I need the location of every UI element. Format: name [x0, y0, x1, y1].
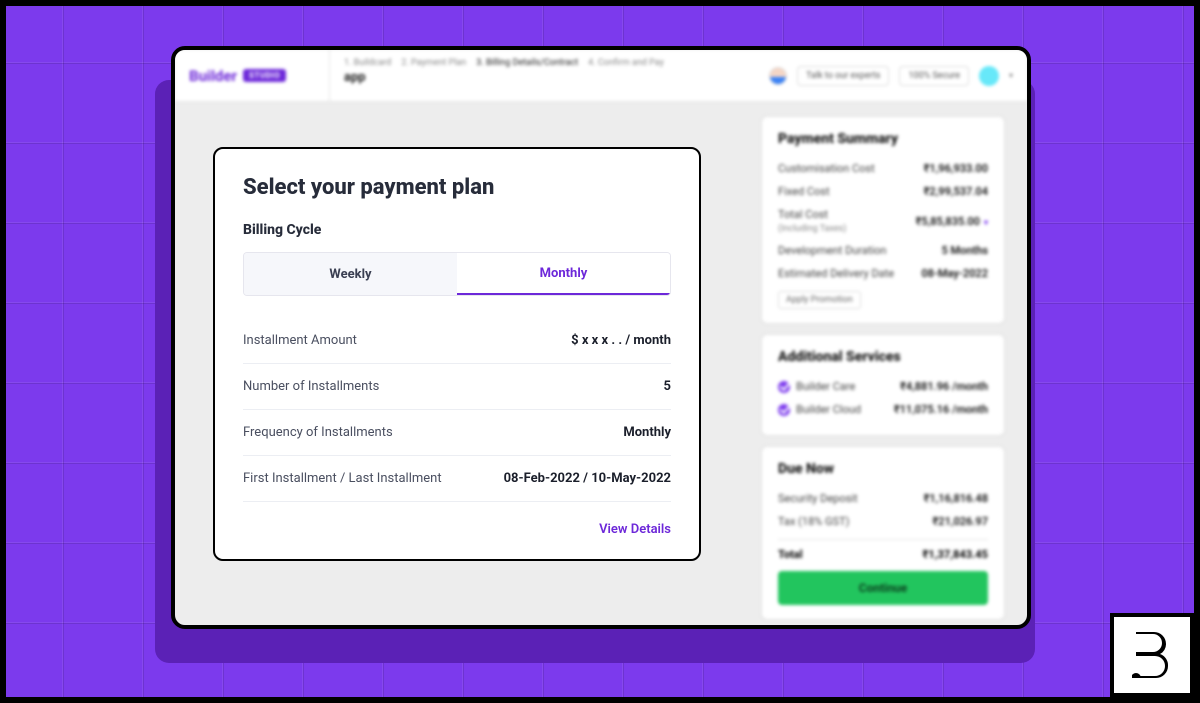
frequency-value: Monthly: [623, 425, 671, 440]
view-details-row: View Details: [243, 502, 671, 537]
service-row: Builder Care ₹4,881.96 /month: [778, 375, 988, 398]
page-title: app: [344, 70, 741, 85]
additional-services-title: Additional Services: [778, 349, 988, 365]
installment-amount-label: Installment Amount: [243, 333, 357, 348]
customisation-label: Customisation Cost: [778, 162, 875, 175]
first-last-label: First Installment / Last Installment: [243, 471, 442, 486]
due-now-card: Due Now Security Deposit ₹1,16,816.48 Tax…: [761, 446, 1005, 620]
frequency-row: Frequency of Installments Monthly: [243, 410, 671, 456]
brand-logo[interactable]: Builder STUDIO: [175, 50, 330, 101]
expert-avatar-icon: [769, 67, 787, 85]
app-window: Builder STUDIO 1. Buildcard 2. Payment P…: [171, 46, 1031, 629]
total-value: ₹1,37,843.45: [923, 548, 989, 561]
continue-button[interactable]: Continue: [778, 571, 988, 605]
expand-triangle-icon[interactable]: ▾: [984, 218, 988, 227]
duration-value: 5 Months: [941, 244, 988, 257]
due-now-title: Due Now: [778, 461, 988, 477]
fixed-cost-label: Fixed Cost: [778, 185, 830, 198]
service-row: Builder Cloud ₹11,075.16 /month: [778, 398, 988, 421]
num-installments-row: Number of Installments 5: [243, 364, 671, 410]
service-price-0: ₹4,881.96 /month: [900, 380, 988, 393]
right-panel: Payment Summary Customisation Cost ₹1,96,…: [761, 116, 1005, 620]
delivery-label: Estimated Delivery Date: [778, 267, 894, 280]
breadcrumb-step-4[interactable]: 4. Confirm and Pay: [588, 58, 664, 68]
breadcrumb: 1. Buildcard 2. Payment Plan 3. Billing …: [330, 50, 755, 101]
billing-cycle-tabs: Weekly Monthly: [243, 252, 671, 296]
tax-value: ₹21,026.97: [933, 515, 988, 528]
breadcrumb-step-1[interactable]: 1. Buildcard: [344, 58, 391, 68]
first-last-row: First Installment / Last Installment 08-…: [243, 456, 671, 502]
tab-weekly[interactable]: Weekly: [244, 253, 457, 295]
checkmark-icon[interactable]: [778, 381, 790, 393]
user-avatar-icon[interactable]: [979, 66, 999, 86]
num-installments-value: 5: [664, 379, 671, 394]
service-name-1: Builder Cloud: [796, 403, 894, 416]
billing-cycle-heading: Billing Cycle: [243, 222, 671, 238]
brand-name: Builder: [189, 67, 237, 85]
payment-summary-title: Payment Summary: [778, 131, 988, 147]
modal-title: Select your payment plan: [243, 175, 671, 200]
first-last-value: 08-Feb-2022 / 10-May-2022: [504, 471, 671, 486]
num-installments-label: Number of Installments: [243, 379, 379, 394]
frequency-label: Frequency of Installments: [243, 425, 393, 440]
total-cost-value: ₹5,85,835.00: [916, 215, 980, 228]
talk-to-experts-button[interactable]: Talk to our experts: [797, 66, 889, 86]
corner-logo-tile: [1110, 613, 1194, 697]
builder-b-icon: [1132, 632, 1172, 678]
top-bar: Builder STUDIO 1. Buildcard 2. Payment P…: [175, 50, 1027, 102]
fixed-cost-value: ₹2,99,537.04: [924, 185, 988, 198]
tab-monthly[interactable]: Monthly: [457, 253, 670, 295]
deposit-value: ₹1,16,816.48: [924, 492, 988, 505]
payment-plan-modal: Select your payment plan Billing Cycle W…: [213, 147, 701, 561]
deposit-label: Security Deposit: [778, 492, 858, 505]
service-name-0: Builder Care: [796, 380, 900, 393]
installment-amount-value: $ x x x . . / month: [571, 333, 671, 348]
view-details-link[interactable]: View Details: [599, 522, 671, 537]
secure-badge: 100% Secure: [899, 66, 969, 86]
total-label: Total: [778, 548, 803, 561]
brand-badge: STUDIO: [243, 69, 286, 82]
service-price-1: ₹11,075.16 /month: [894, 403, 988, 416]
breadcrumb-step-2[interactable]: 2. Payment Plan: [401, 58, 466, 68]
tax-label: Tax (18% GST): [778, 515, 849, 528]
installment-amount-row: Installment Amount $ x x x . . / month: [243, 318, 671, 364]
customisation-value: ₹1,96,933.00: [924, 162, 988, 175]
checkmark-icon[interactable]: [778, 404, 790, 416]
top-actions: Talk to our experts 100% Secure ▾: [755, 50, 1027, 101]
duration-label: Development Duration: [778, 244, 886, 257]
apply-promotion-button[interactable]: Apply Promotion: [778, 291, 861, 309]
breadcrumb-step-3[interactable]: 3. Billing Details/Contract: [476, 58, 578, 68]
chevron-down-icon[interactable]: ▾: [1009, 71, 1013, 80]
delivery-value: 08-May-2022: [921, 267, 988, 280]
total-cost-label: Total Cost: [778, 208, 828, 221]
total-cost-sublabel: (Including Taxes): [778, 224, 846, 234]
payment-summary-card: Payment Summary Customisation Cost ₹1,96,…: [761, 116, 1005, 324]
additional-services-card: Additional Services Builder Care ₹4,881.…: [761, 334, 1005, 436]
